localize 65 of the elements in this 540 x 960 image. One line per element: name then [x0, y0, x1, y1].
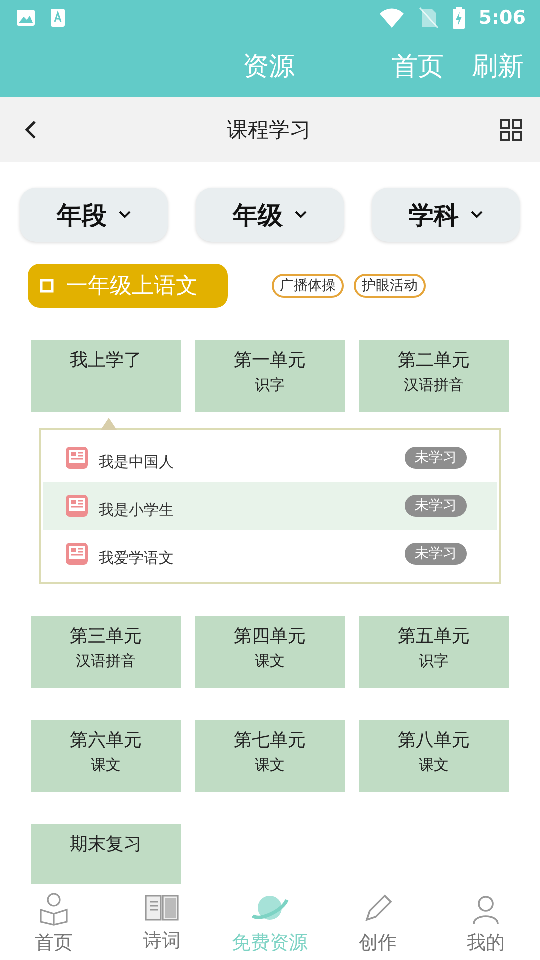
unit-title: 第七单元 — [234, 729, 306, 752]
book-icon — [144, 892, 180, 924]
unit-title: 第五单元 — [398, 625, 470, 648]
unit-card[interactable]: 第一单元 识字 — [195, 340, 345, 412]
wifi-icon — [378, 8, 405, 28]
status-badge: 未学习 — [405, 495, 467, 517]
chevron-icon — [119, 211, 131, 219]
unit-subtitle: 汉语拼音 — [404, 376, 464, 395]
app-title: 资源 — [243, 51, 295, 84]
unit-card[interactable]: 第三单元 汉语拼音 — [31, 616, 181, 688]
battery-icon — [452, 7, 465, 29]
lesson-item[interactable]: 我是中国人 未学习 — [43, 434, 497, 482]
activity-tag[interactable]: 广播体操 — [272, 274, 344, 298]
page-title: 课程学习 — [226, 116, 312, 144]
text-icon — [50, 8, 66, 28]
square-icon — [40, 279, 54, 293]
unit-card[interactable]: 我上学了 — [31, 340, 181, 412]
lesson-title: 我是小学生 — [99, 500, 175, 520]
unit-card[interactable]: 第八单元 课文 — [359, 720, 509, 792]
lesson-title: 我爱学语文 — [99, 548, 175, 568]
filter-dropdown[interactable]: 学科 — [372, 188, 520, 242]
chevron-icon — [471, 211, 483, 219]
status-badge: 未学习 — [405, 447, 467, 469]
unit-subtitle: 课文 — [91, 756, 121, 775]
status-badge: 未学习 — [405, 543, 467, 565]
lesson-item[interactable]: 我爱学语文 未学习 — [43, 530, 497, 578]
tab-item[interactable]: 我的 — [432, 884, 540, 960]
grid-icon[interactable] — [500, 118, 522, 140]
unit-title: 第四单元 — [234, 625, 306, 648]
unit-card[interactable]: 期末复习 — [31, 824, 181, 884]
unit-subtitle: 课文 — [255, 756, 285, 775]
document-icon — [65, 494, 89, 518]
unit-card[interactable]: 第四单元 课文 — [195, 616, 345, 688]
document-icon — [65, 446, 89, 470]
activity-tag[interactable]: 护眼活动 — [354, 274, 426, 298]
back-icon[interactable] — [24, 120, 38, 140]
unit-title: 第六单元 — [70, 729, 142, 752]
unit-subtitle: 课文 — [419, 756, 449, 775]
lesson-title: 我是中国人 — [99, 452, 175, 472]
unit-card[interactable]: 第二单元 汉语拼音 — [359, 340, 509, 412]
tab-item[interactable]: 诗词 — [108, 884, 216, 960]
filter-dropdown[interactable]: 年级 — [196, 188, 344, 242]
unit-card[interactable]: 第六单元 课文 — [31, 720, 181, 792]
unit-title: 期末复习 — [70, 833, 142, 856]
reader-icon — [37, 892, 71, 926]
unit-subtitle: 识字 — [419, 652, 449, 671]
filter-dropdown[interactable]: 年段 — [20, 188, 168, 242]
no-sim-icon — [418, 7, 439, 29]
unit-subtitle: 识字 — [255, 376, 285, 395]
unit-title: 我上学了 — [70, 349, 142, 372]
chevron-icon — [295, 211, 307, 219]
lesson-item[interactable]: 我是小学生 未学习 — [43, 482, 497, 530]
unit-subtitle: 汉语拼音 — [76, 652, 136, 671]
unit-title: 第一单元 — [234, 349, 306, 372]
unit-title: 第八单元 — [398, 729, 470, 752]
document-icon — [65, 542, 89, 566]
image-icon — [16, 8, 36, 28]
unit-title: 第二单元 — [398, 349, 470, 372]
clock-time: 5:06 — [478, 7, 526, 29]
unit-title: 第三单元 — [70, 625, 142, 648]
unit-subtitle: 课文 — [255, 652, 285, 671]
unit-card[interactable]: 第五单元 识字 — [359, 616, 509, 688]
tab-item[interactable]: 创作 — [324, 884, 432, 960]
unit-card[interactable]: 第七单元 课文 — [195, 720, 345, 792]
tab-item[interactable]: 首页 — [0, 884, 108, 960]
